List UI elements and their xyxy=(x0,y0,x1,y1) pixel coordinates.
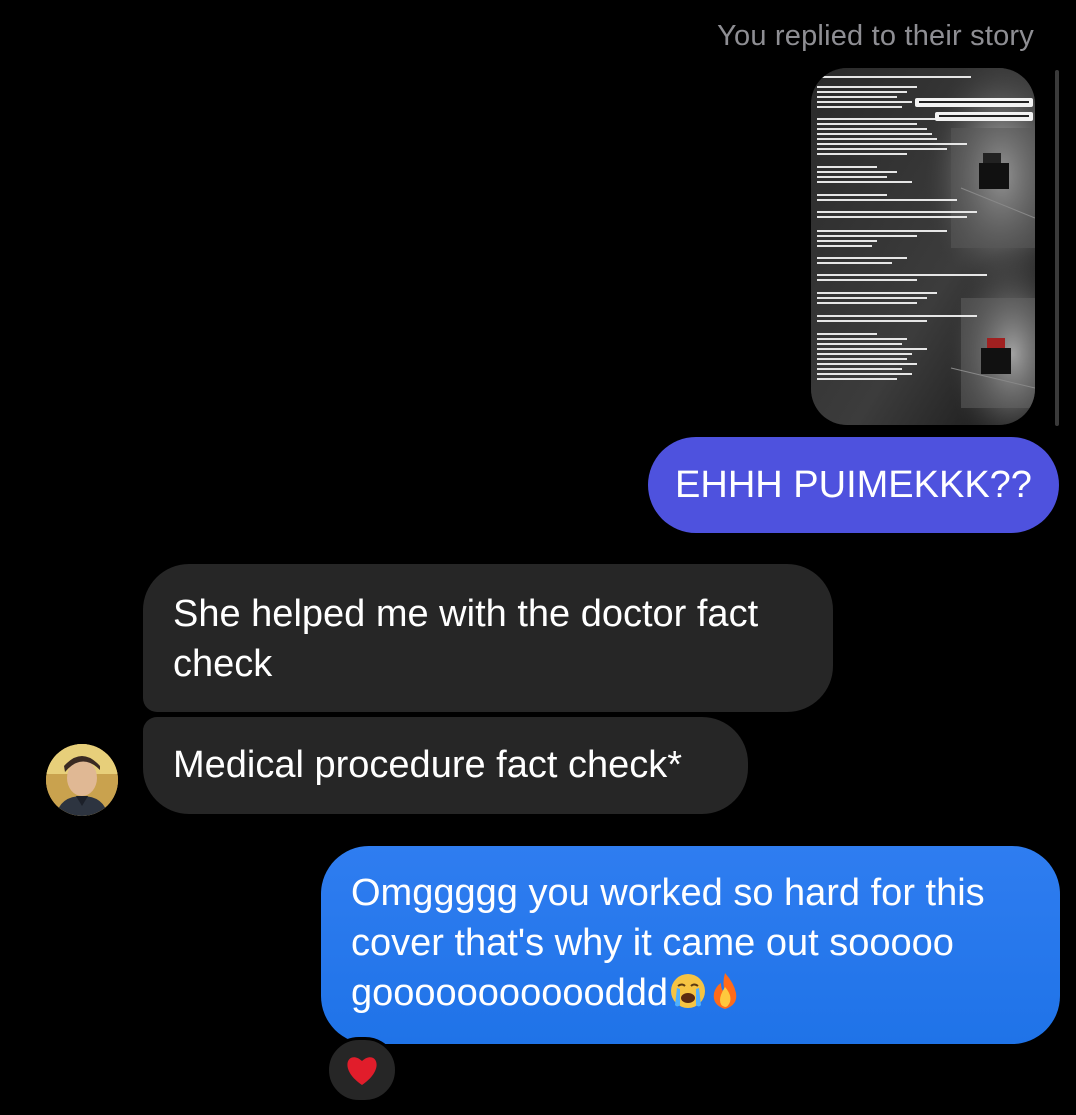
chat-screen: You replied to their story EHHH PUIMEKKK… xyxy=(0,0,1076,1115)
avatar-image xyxy=(46,744,118,816)
fire-icon xyxy=(708,971,742,1024)
message-text: Medical procedure fact check* xyxy=(173,744,683,786)
red-heart-icon xyxy=(347,1057,377,1085)
scrollbar[interactable] xyxy=(1055,70,1059,426)
crying-face-icon xyxy=(668,971,708,1024)
story-reply-caption: You replied to their story xyxy=(717,20,1034,52)
sent-message-bubble[interactable]: Omggggg you worked so hard for this cove… xyxy=(321,846,1060,1044)
message-reaction[interactable] xyxy=(326,1037,398,1103)
story-thumbnail[interactable] xyxy=(811,68,1035,425)
story-credits-image xyxy=(811,68,1035,425)
avatar[interactable] xyxy=(46,744,118,816)
received-message-bubble[interactable]: She helped me with the doctor fact check xyxy=(143,564,833,712)
sent-message-bubble[interactable]: EHHH PUIMEKKK?? xyxy=(648,437,1059,533)
received-message-bubble[interactable]: Medical procedure fact check* xyxy=(143,717,748,814)
message-text: She helped me with the doctor fact check xyxy=(173,593,759,685)
message-text: EHHH PUIMEKKK?? xyxy=(675,464,1032,506)
